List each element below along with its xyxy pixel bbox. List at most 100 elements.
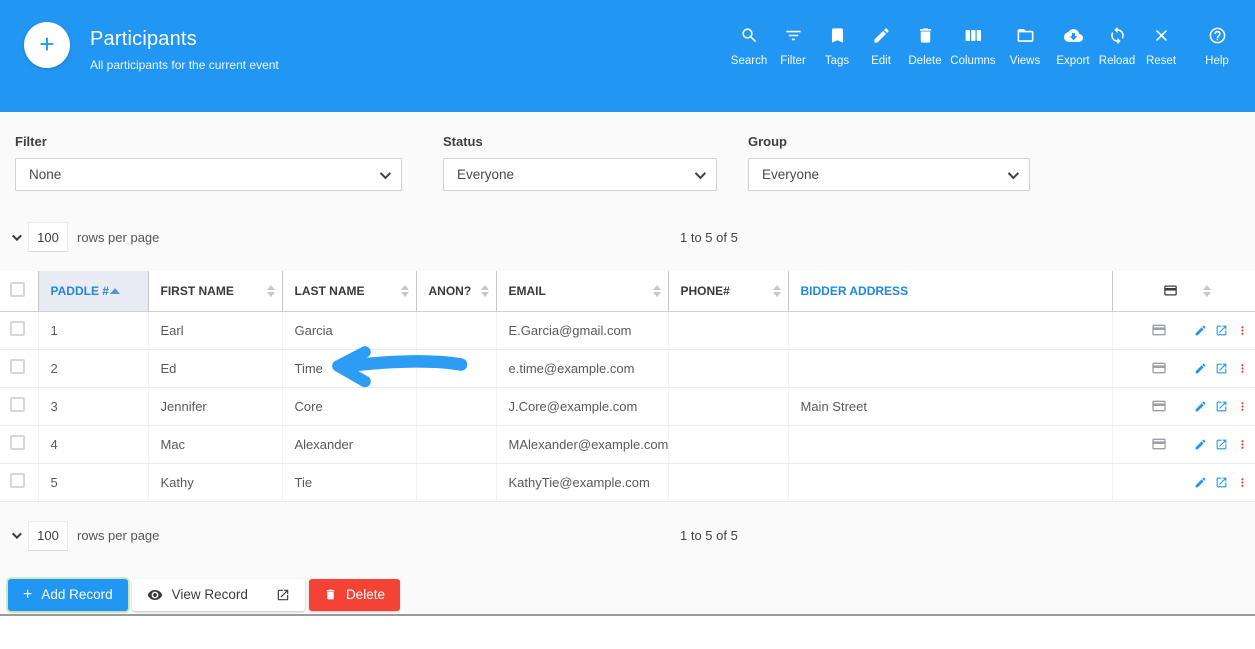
pagination-range: 1 to 5 of 5: [680, 230, 738, 245]
more-vert-icon[interactable]: [1236, 438, 1249, 451]
toolbar-label: Tags: [825, 55, 849, 67]
pagination-bar-bottom: 100 rows per page 1 to 5 of 5: [0, 517, 1255, 555]
column-header-actions[interactable]: [1112, 271, 1255, 311]
cell-paddle: 3: [38, 387, 148, 425]
chevron-down-icon: [380, 167, 391, 178]
table-row[interactable]: 4 Mac Alexander MAlexander@example.com: [0, 425, 1255, 463]
status-label: Status: [443, 134, 717, 149]
table-row[interactable]: 5 Kathy Tie KathyTie@example.com: [0, 463, 1255, 501]
cell-email: MAlexander@example.com: [496, 425, 668, 463]
toolbar-label: Search: [731, 55, 767, 67]
column-header-email[interactable]: EMAIL: [496, 271, 668, 311]
more-vert-icon[interactable]: [1236, 476, 1249, 489]
pencil-icon[interactable]: [1194, 362, 1207, 375]
row-checkbox[interactable]: [10, 473, 25, 488]
credit-card-icon[interactable]: [1151, 436, 1167, 452]
column-header-paddle[interactable]: PADDLE #: [38, 271, 148, 311]
column-header-anon[interactable]: ANON?: [416, 271, 496, 311]
pencil-icon[interactable]: [1194, 438, 1207, 451]
toolbar-reload[interactable]: Reload: [1095, 26, 1139, 67]
chevron-down-icon[interactable]: [12, 231, 22, 241]
credit-card-icon[interactable]: [1151, 322, 1167, 338]
group-label: Group: [748, 134, 1030, 149]
select-all-cell: [0, 271, 38, 311]
open-in-new-icon[interactable]: [1215, 400, 1228, 413]
status-select[interactable]: Everyone: [443, 158, 717, 191]
cell-phone: [668, 425, 788, 463]
cell-actions: [1112, 349, 1255, 387]
toolbar-search[interactable]: Search: [727, 26, 771, 67]
cell-first-name: Earl: [148, 311, 282, 349]
group-select-value: Everyone: [762, 167, 819, 182]
open-in-new-icon[interactable]: [1215, 362, 1228, 375]
cell-last-name: Alexander: [282, 425, 416, 463]
column-header-first-name[interactable]: FIRST NAME: [148, 271, 282, 311]
column-header-bidder-address[interactable]: BIDDER ADDRESS: [788, 271, 1112, 311]
toolbar-reset[interactable]: Reset: [1139, 26, 1183, 67]
group-select[interactable]: Everyone: [748, 158, 1030, 191]
chevron-down-icon[interactable]: [12, 529, 22, 539]
open-in-new-icon[interactable]: [1215, 438, 1228, 451]
status-select-value: Everyone: [457, 167, 514, 182]
credit-card-icon[interactable]: [1151, 398, 1167, 414]
table-row[interactable]: 3 Jennifer Core J.Core@example.com Main …: [0, 387, 1255, 425]
toolbar-export[interactable]: Export: [1051, 26, 1095, 67]
pencil-icon[interactable]: [1194, 324, 1207, 337]
more-vert-icon[interactable]: [1236, 400, 1249, 413]
toolbar-label: Edit: [871, 55, 891, 67]
bookmark-icon: [828, 26, 847, 45]
cell-checkbox: [0, 349, 38, 387]
cell-phone: [668, 349, 788, 387]
table-row[interactable]: 2 Ed Time e.time@example.com: [0, 349, 1255, 387]
cell-actions: [1112, 463, 1255, 501]
credit-card-icon: [1163, 283, 1178, 298]
pencil-icon: [872, 26, 891, 45]
sort-asc-icon: [110, 288, 120, 294]
column-label: FIRST NAME: [161, 284, 234, 298]
more-vert-icon[interactable]: [1236, 362, 1249, 375]
toolbar-help[interactable]: Help: [1195, 26, 1239, 67]
toolbar-tags[interactable]: Tags: [815, 26, 859, 67]
add-participant-button[interactable]: +: [24, 22, 70, 68]
close-icon: [1152, 26, 1171, 45]
toolbar-filter[interactable]: Filter: [771, 26, 815, 67]
sort-icon: [401, 285, 409, 297]
toolbar-views[interactable]: Views: [999, 26, 1051, 67]
rows-per-page-select[interactable]: 100: [28, 222, 68, 252]
toolbar-edit[interactable]: Edit: [859, 26, 903, 67]
add-record-button[interactable]: + Add Record: [8, 579, 128, 611]
row-checkbox[interactable]: [10, 435, 25, 450]
row-checkbox[interactable]: [10, 397, 25, 412]
cell-first-name: Ed: [148, 349, 282, 387]
column-header-phone[interactable]: PHONE#: [668, 271, 788, 311]
more-vert-icon[interactable]: [1236, 324, 1249, 337]
filter-label: Filter: [15, 134, 402, 149]
open-in-new-icon[interactable]: [1215, 476, 1228, 489]
toolbar-columns[interactable]: Columns: [947, 26, 999, 67]
toolbar-label: Help: [1205, 55, 1229, 67]
column-header-last-name[interactable]: LAST NAME: [282, 271, 416, 311]
pencil-icon[interactable]: [1194, 476, 1207, 489]
column-label: EMAIL: [509, 284, 546, 298]
cell-paddle: 1: [38, 311, 148, 349]
footer-actions: + Add Record View Record Delete: [0, 579, 1255, 611]
table-row[interactable]: 1 Earl Garcia E.Garcia@gmail.com: [0, 311, 1255, 349]
pencil-icon[interactable]: [1194, 400, 1207, 413]
cell-checkbox: [0, 425, 38, 463]
sort-icon: [773, 285, 781, 297]
credit-card-icon[interactable]: [1151, 360, 1167, 376]
cell-anon: [416, 349, 496, 387]
view-record-button[interactable]: View Record: [132, 579, 305, 611]
delete-button[interactable]: Delete: [309, 579, 400, 611]
rows-per-page-select[interactable]: 100: [28, 521, 68, 551]
row-checkbox[interactable]: [10, 321, 25, 336]
toolbar-label: Reset: [1146, 55, 1176, 67]
cell-bidder-address: [788, 349, 1112, 387]
toolbar-delete[interactable]: Delete: [903, 26, 947, 67]
open-in-new-icon[interactable]: [1215, 324, 1228, 337]
column-label: LAST NAME: [295, 284, 365, 298]
filter-select[interactable]: None: [15, 158, 402, 191]
select-all-checkbox[interactable]: [10, 282, 25, 297]
table-header-row: PADDLE # FIRST NAME LAST NAME ANON? EMAI…: [0, 271, 1255, 311]
row-checkbox[interactable]: [10, 359, 25, 374]
